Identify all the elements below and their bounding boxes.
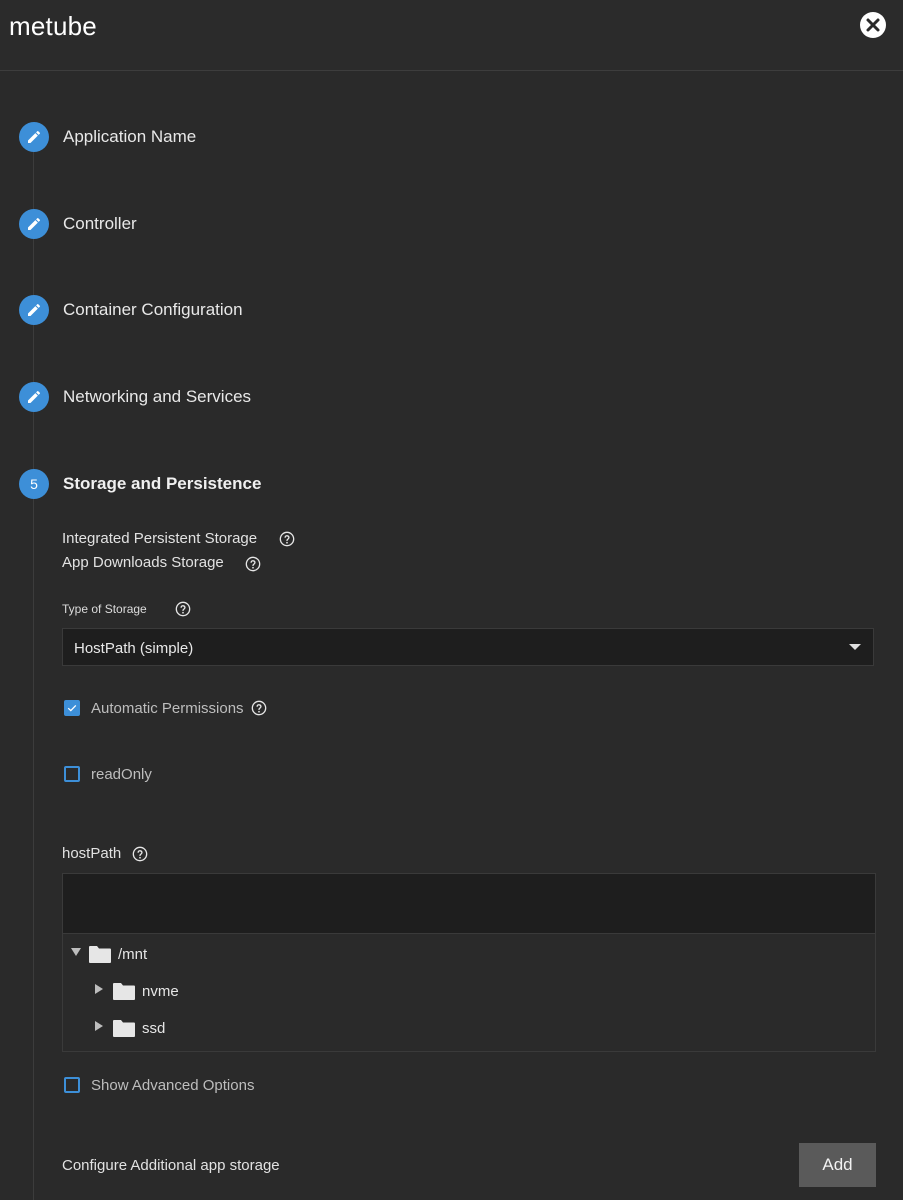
folder-icon [88,944,112,964]
pencil-icon [19,382,49,412]
type-of-storage-label: Type of Storage [62,602,147,616]
hostpath-label: hostPath [62,845,122,862]
step-application-name[interactable]: Application Name [19,122,619,152]
additional-storage-label: Configure Additional app storage [62,1157,280,1174]
folder-icon [112,1018,136,1038]
show-advanced-options-label: Show Advanced Options [91,1077,255,1094]
show-advanced-options-checkbox[interactable] [64,1077,80,1093]
pencil-icon [19,209,49,239]
add-button[interactable]: Add [799,1143,876,1187]
step-label: Storage and Persistence [63,474,262,493]
tree-node-label: /mnt [118,946,148,963]
hostpath-input[interactable] [63,874,875,934]
readonly-checkbox[interactable] [64,766,80,782]
step-controller[interactable]: Controller [19,209,619,239]
caret-down-icon[interactable] [71,948,81,956]
help-icon[interactable] [132,846,148,862]
help-icon[interactable] [251,700,267,716]
tree-node-mnt[interactable]: /mnt [63,942,363,966]
check-icon [67,704,77,712]
help-icon[interactable] [245,556,261,572]
pencil-icon [19,295,49,325]
tree-node-ssd[interactable]: ssd [63,1016,363,1040]
pencil-icon [19,122,49,152]
step-networking-and-services[interactable]: Networking and Services [19,382,619,412]
tree-node-label: nvme [142,983,179,1000]
readonly-label: readOnly [91,766,152,783]
step-container-configuration[interactable]: Container Configuration [19,295,619,325]
step-label: Application Name [63,127,197,146]
help-icon[interactable] [175,601,191,617]
tree-node-label: ssd [142,1020,166,1037]
downloads-storage-label: App Downloads Storage [62,554,224,571]
caret-right-icon[interactable] [95,984,103,994]
step-storage-and-persistence[interactable]: 5 Storage and Persistence [19,469,619,499]
automatic-permissions-label: Automatic Permissions [91,700,244,717]
step-label: Controller [63,214,137,233]
step-number: 5 [19,469,49,499]
step-label: Container Configuration [63,300,243,319]
tree-node-nvme[interactable]: nvme [63,979,363,1003]
integrated-storage-label: Integrated Persistent Storage [62,530,258,547]
help-icon[interactable] [279,531,295,547]
close-icon[interactable] [860,12,886,38]
step-label: Networking and Services [63,387,252,406]
hostpath-explorer: /mnt nvme ssd [62,873,876,1052]
automatic-permissions-checkbox[interactable] [64,700,80,716]
select-value: HostPath (simple) [74,640,194,657]
chevron-down-icon [849,644,861,650]
caret-right-icon[interactable] [95,1021,103,1031]
folder-icon [112,981,136,1001]
type-of-storage-select[interactable]: HostPath (simple) [62,628,874,666]
dialog-header: metube [0,0,903,71]
app-title: metube [9,11,97,41]
